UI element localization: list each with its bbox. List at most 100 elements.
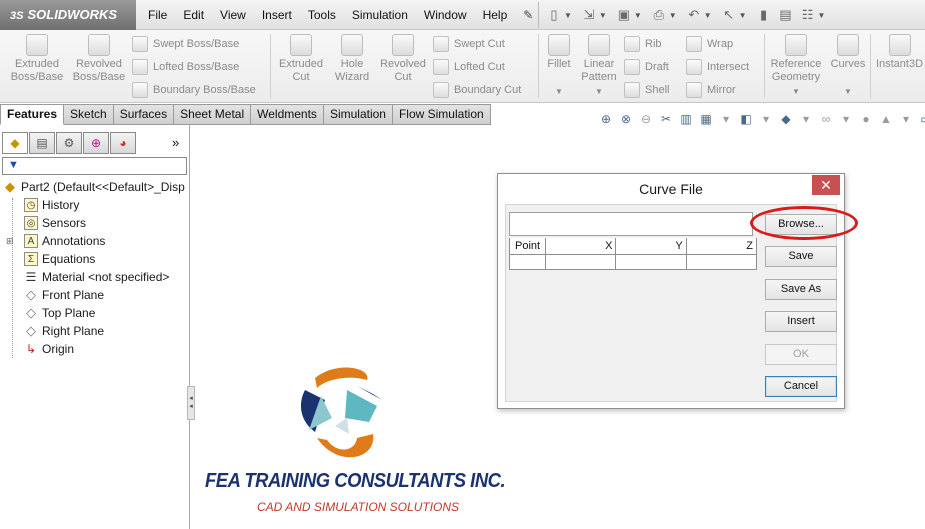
tree-item-annotations[interactable]: A Annotations (24, 232, 105, 250)
display-manager-tab-icon[interactable]: ◕ (110, 132, 136, 154)
table-cell[interactable] (615, 253, 687, 270)
new-document-icon[interactable]: ▯ (545, 6, 563, 24)
menu-edit[interactable]: Edit (175, 0, 212, 30)
save-icon[interactable]: ▣ (615, 6, 633, 24)
hide-show-items-icon[interactable]: ◆ (778, 111, 794, 127)
browse-button[interactable]: Browse... (765, 214, 837, 235)
tree-item-sensors[interactable]: ◎ Sensors (24, 214, 86, 232)
expand-annotations-icon[interactable]: ⊞ (6, 236, 14, 247)
chevron-down-icon[interactable]: ▼ (828, 85, 868, 98)
boundary-cut-button[interactable]: Boundary Cut (433, 82, 521, 98)
intersect-button[interactable]: Intersect (686, 59, 749, 75)
extruded-cut-button[interactable]: Extruded Cut (274, 34, 328, 84)
solidworks-logo[interactable]: 3S SOLIDWORKS (0, 0, 136, 30)
configuration-manager-tab-icon[interactable]: ⚙ (56, 132, 82, 154)
extruded-boss-button[interactable]: Extruded Boss/Base (8, 34, 66, 84)
boundary-boss-button[interactable]: Boundary Boss/Base (132, 82, 256, 98)
table-cell[interactable] (685, 253, 758, 270)
chevron-down-icon[interactable]: ▼ (704, 11, 712, 20)
reference-geometry-button[interactable]: Reference Geometry ▼ (768, 34, 824, 98)
chevron-down-icon[interactable]: ▼ (669, 11, 677, 20)
draft-button[interactable]: Draft (624, 59, 669, 75)
undo-icon[interactable]: ↶ (685, 6, 703, 24)
monitor-icon[interactable]: ▭ (918, 111, 925, 127)
chevron-down-icon[interactable]: ▼ (564, 11, 572, 20)
section-view-icon[interactable]: ✂ (658, 111, 674, 127)
print-icon[interactable]: ⎙ (650, 6, 668, 24)
apply-scene-icon[interactable]: ● (858, 111, 874, 127)
tree-item-material[interactable]: ☰ Material <not specified> (24, 268, 170, 286)
tab-sketch[interactable]: Sketch (64, 104, 114, 125)
table-cell[interactable] (508, 253, 547, 270)
tab-sheet-metal[interactable]: Sheet Metal (174, 104, 252, 125)
menu-tools[interactable]: Tools (300, 0, 344, 30)
save-button[interactable]: Save (765, 246, 837, 267)
wrap-button[interactable]: Wrap (686, 36, 733, 52)
menu-view[interactable]: View (212, 0, 254, 30)
tab-features[interactable]: Features (0, 104, 65, 125)
tree-item-origin[interactable]: ↳ Origin (24, 340, 74, 358)
expand-panel-icon[interactable]: » (172, 135, 179, 150)
dynamic-annotation-icon[interactable]: ▥ (678, 111, 694, 127)
previous-view-icon[interactable]: ⊖ (638, 111, 654, 127)
rebuild-icon[interactable]: ▮ (755, 6, 773, 24)
revolved-boss-button[interactable]: Revolved Boss/Base (70, 34, 128, 84)
zoom-to-fit-icon[interactable]: ⊕ (598, 111, 614, 127)
dimxpert-manager-tab-icon[interactable]: ⊕ (83, 132, 109, 154)
menu-window[interactable]: Window (416, 0, 475, 30)
revolved-cut-button[interactable]: Revolved Cut (378, 34, 428, 84)
rib-button[interactable]: Rib (624, 36, 662, 52)
chevron-down-icon[interactable]: ▾ (718, 111, 734, 127)
mirror-button[interactable]: Mirror (686, 82, 736, 98)
chevron-down-icon[interactable]: ▼ (580, 85, 618, 98)
view-settings-icon[interactable]: ▲ (878, 111, 894, 127)
tree-item-right-plane[interactable]: ◇ Right Plane (24, 322, 104, 340)
chevron-down-icon[interactable]: ▼ (542, 85, 576, 98)
menu-help[interactable]: Help (475, 0, 516, 30)
tree-item-top-plane[interactable]: ◇ Top Plane (24, 304, 95, 322)
chevron-down-icon[interactable]: ▼ (599, 11, 607, 20)
cancel-button[interactable]: Cancel (765, 376, 837, 397)
hole-wizard-button[interactable]: Hole Wizard (330, 34, 374, 84)
shell-button[interactable]: Shell (624, 82, 669, 98)
feature-manager-tab-icon[interactable]: ◆ (2, 132, 28, 154)
curve-file-path-input[interactable] (509, 212, 753, 236)
swept-boss-button[interactable]: Swept Boss/Base (132, 36, 239, 52)
tab-weldments[interactable]: Weldments (251, 104, 324, 125)
edit-appearance-icon[interactable]: ∞ (818, 111, 834, 127)
feature-tree-filter[interactable]: ▼ (2, 157, 187, 175)
instant3d-button[interactable]: Instant3D (874, 34, 925, 71)
tab-simulation[interactable]: Simulation (323, 104, 393, 125)
ok-button[interactable]: OK (765, 344, 837, 365)
view-orientation-icon[interactable]: ▦ (698, 111, 714, 127)
chevron-down-icon[interactable]: ▾ (798, 111, 814, 127)
tab-flow-simulation[interactable]: Flow Simulation (392, 104, 491, 125)
tree-item-equations[interactable]: Σ Equations (24, 250, 95, 268)
table-cell[interactable] (545, 253, 617, 270)
save-as-button[interactable]: Save As (765, 279, 837, 300)
chevron-down-icon[interactable]: ▼ (768, 85, 824, 98)
chevron-down-icon[interactable]: ▾ (838, 111, 854, 127)
chevron-down-icon[interactable]: ▼ (739, 11, 747, 20)
fillet-button[interactable]: Fillet ▼ (542, 34, 576, 98)
tree-root-part[interactable]: ◆ Part2 (Default<<Default>_Disp (3, 180, 188, 194)
chevron-down-icon[interactable]: ▼ (818, 11, 826, 20)
tree-item-history[interactable]: ◷ History (24, 196, 79, 214)
close-icon[interactable]: ✕ (812, 175, 840, 195)
display-style-icon[interactable]: ◧ (738, 111, 754, 127)
tab-surfaces[interactable]: Surfaces (113, 104, 175, 125)
file-properties-icon[interactable]: ▤ (777, 6, 795, 24)
table-row[interactable] (508, 253, 758, 270)
chevron-down-icon[interactable]: ▼ (634, 11, 642, 20)
curves-button[interactable]: Curves ▼ (828, 34, 868, 98)
select-icon[interactable]: ↖ (720, 6, 738, 24)
panel-collapse-handle[interactable]: ◂ ◂ (187, 386, 195, 420)
options-icon[interactable]: ☷ (799, 6, 817, 24)
tree-item-front-plane[interactable]: ◇ Front Plane (24, 286, 104, 304)
linear-pattern-button[interactable]: Linear Pattern ▼ (580, 34, 618, 98)
lofted-cut-button[interactable]: Lofted Cut (433, 59, 505, 75)
chevron-down-icon[interactable]: ▾ (898, 111, 914, 127)
zoom-to-area-icon[interactable]: ⊗ (618, 111, 634, 127)
lofted-boss-button[interactable]: Lofted Boss/Base (132, 59, 239, 75)
insert-button[interactable]: Insert (765, 311, 837, 332)
